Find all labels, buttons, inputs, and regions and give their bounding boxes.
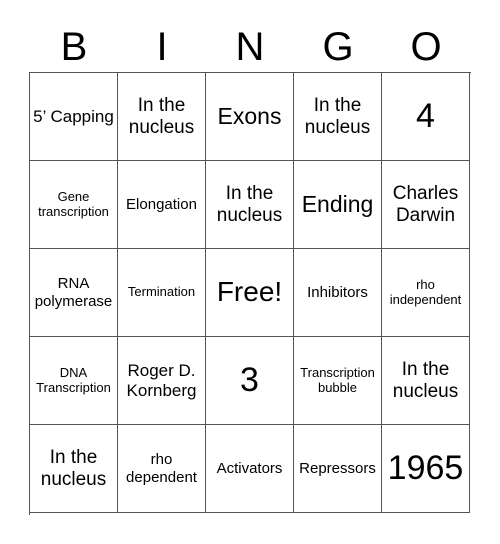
bingo-cell[interactable]: In the nucleus: [30, 425, 118, 513]
bingo-cell[interactable]: Inhibitors: [294, 249, 382, 337]
bingo-cell[interactable]: rho independent: [382, 249, 470, 337]
header-letter-g: G: [322, 25, 354, 69]
bingo-cell[interactable]: Elongation: [118, 161, 206, 249]
bingo-cell[interactable]: In the nucleus: [206, 161, 294, 249]
free-space-cell[interactable]: Free!: [206, 249, 294, 337]
bingo-cell[interactable]: Termination: [118, 249, 206, 337]
bingo-cell[interactable]: Ending: [294, 161, 382, 249]
bingo-card: 5’ Capping In the nucleus Exons In the n…: [29, 72, 471, 515]
header-letter-o: O: [410, 25, 442, 69]
bingo-cell[interactable]: RNA polymerase: [30, 249, 118, 337]
bingo-cell[interactable]: In the nucleus: [118, 73, 206, 161]
bingo-cell[interactable]: 1965: [382, 425, 470, 513]
bingo-header: B I N G O: [30, 22, 470, 72]
bingo-cell[interactable]: Exons: [206, 73, 294, 161]
bingo-cell[interactable]: rho dependent: [118, 425, 206, 513]
header-letter-n: N: [235, 25, 265, 69]
bingo-cell[interactable]: 5’ Capping: [30, 73, 118, 161]
bingo-cell[interactable]: In the nucleus: [382, 337, 470, 425]
bingo-cell[interactable]: 3: [206, 337, 294, 425]
header-letter-i: I: [156, 25, 168, 69]
header-letter-b: B: [60, 25, 88, 69]
bingo-cell[interactable]: Transcription bubble: [294, 337, 382, 425]
bingo-cell[interactable]: DNA Transcription: [30, 337, 118, 425]
bingo-cell[interactable]: Roger D. Kornberg: [118, 337, 206, 425]
bingo-cell[interactable]: Activators: [206, 425, 294, 513]
bingo-cell[interactable]: Charles Darwin: [382, 161, 470, 249]
bingo-cell[interactable]: Gene transcription: [30, 161, 118, 249]
bingo-cell[interactable]: 4: [382, 73, 470, 161]
bingo-cell[interactable]: In the nucleus: [294, 73, 382, 161]
bingo-cell[interactable]: Repressors: [294, 425, 382, 513]
